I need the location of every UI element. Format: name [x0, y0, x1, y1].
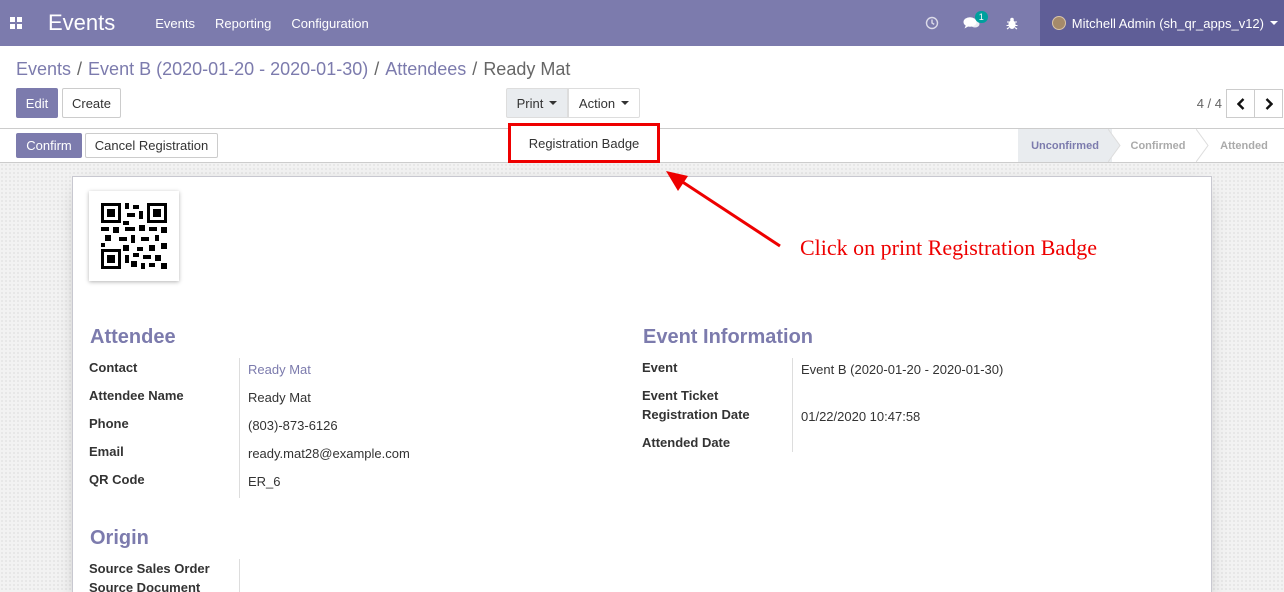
qr-code-image	[89, 191, 179, 281]
breadcrumb: Events / Event B (2020-01-20 - 2020-01-3…	[16, 59, 570, 80]
action-label: Action	[578, 95, 616, 111]
stage-attended[interactable]: Attended	[1204, 129, 1284, 162]
pager-previous-button[interactable]	[1226, 89, 1255, 118]
chevron-right-icon	[1265, 97, 1273, 110]
chat-bubbles-icon[interactable]: 1	[958, 0, 988, 46]
debug-bug-icon[interactable]	[998, 0, 1026, 46]
qr-code-icon	[101, 203, 167, 269]
event-ticket-label: Event Ticket	[642, 388, 719, 403]
event-info-divider	[792, 358, 793, 452]
attendee-name-label: Attendee Name	[89, 388, 184, 403]
pager-next-button[interactable]	[1254, 89, 1283, 118]
navbar-systray: 1 Mitchell Admin (sh_qr_apps_v12)	[906, 0, 1284, 46]
chevron-left-icon	[1236, 97, 1244, 110]
registration-badge-menu-item[interactable]: Registration Badge	[529, 136, 640, 151]
confirm-button[interactable]: Confirm	[16, 133, 82, 158]
action-dropdown-button[interactable]: Action	[568, 88, 640, 118]
attended-date-label: Attended Date	[642, 435, 731, 450]
phone-label: Phone	[89, 416, 129, 431]
registration-date-label: Registration Date	[642, 407, 750, 422]
origin-divider	[239, 559, 240, 592]
menu-configuration[interactable]: Configuration	[291, 16, 368, 31]
contact-link[interactable]: Ready Mat	[248, 362, 311, 377]
print-caret-icon	[549, 101, 558, 105]
phone-value: (803)-873-6126	[248, 418, 338, 433]
action-caret-icon	[621, 101, 630, 105]
email-value: ready.mat28@example.com	[248, 446, 410, 461]
user-avatar	[1051, 16, 1066, 30]
apps-menu-icon[interactable]	[0, 0, 32, 46]
activity-clock-icon[interactable]	[918, 0, 946, 46]
breadcrumb-events[interactable]: Events	[16, 59, 71, 80]
print-dropdown-button[interactable]: Print	[506, 88, 568, 118]
stage-pipeline: Unconfirmed Confirmed Attended	[1018, 129, 1284, 162]
qr-code-label: QR Code	[89, 472, 145, 487]
breadcrumb-separator: /	[472, 59, 478, 79]
breadcrumb-event[interactable]: Event B (2020-01-20 - 2020-01-30)	[88, 59, 368, 80]
create-button[interactable]: Create	[62, 88, 121, 118]
contact-label: Contact	[89, 360, 138, 375]
event-info-section-title: Event Information	[643, 326, 814, 348]
breadcrumb-attendees[interactable]: Attendees	[385, 59, 466, 80]
top-navbar: Events Events Reporting Configuration 1 …	[0, 0, 1284, 46]
attendee-name-value: Ready Mat	[248, 390, 311, 405]
event-label: Event	[642, 360, 678, 375]
attendee-section-title: Attendee	[90, 326, 176, 348]
stage-separator	[1196, 129, 1209, 162]
print-label: Print	[516, 95, 544, 111]
source-sales-order-label: Source Sales Order	[89, 561, 210, 576]
menu-events[interactable]: Events	[155, 16, 195, 31]
origin-section-title: Origin	[90, 527, 149, 549]
edit-button[interactable]: Edit	[16, 88, 58, 118]
registration-date-value: 01/22/2020 10:47:58	[801, 409, 921, 424]
stage-unconfirmed[interactable]: Unconfirmed	[1018, 129, 1112, 162]
qr-code-value: ER_6	[248, 474, 281, 489]
chat-count-badge: 1	[974, 11, 988, 23]
user-caret-icon	[1270, 21, 1278, 25]
attendee-divider	[239, 358, 240, 498]
source-document-label: Source Document	[89, 580, 201, 592]
cancel-registration-button[interactable]: Cancel Registration	[85, 133, 218, 158]
user-menu[interactable]: Mitchell Admin (sh_qr_apps_v12)	[1039, 0, 1284, 46]
breadcrumb-current: Ready Mat	[483, 59, 571, 79]
breadcrumb-separator: /	[374, 59, 380, 79]
breadcrumb-separator: /	[77, 59, 83, 79]
app-brand[interactable]: Events	[48, 10, 115, 36]
print-dropdown-menu: Registration Badge	[508, 123, 660, 163]
event-value: Event B (2020-01-20 - 2020-01-30)	[801, 362, 1004, 377]
email-label: Email	[89, 444, 124, 459]
stage-separator	[1108, 129, 1121, 162]
menu-reporting[interactable]: Reporting	[215, 16, 271, 31]
annotation-text: Click on print Registration Badge	[800, 235, 1097, 260]
annotation-arrow-icon	[666, 171, 781, 248]
stage-confirmed[interactable]: Confirmed	[1112, 129, 1204, 162]
pager-value: 4 / 4	[1196, 96, 1222, 111]
user-name: Mitchell Admin (sh_qr_apps_v12)	[1071, 15, 1264, 31]
control-panel: Events / Event B (2020-01-20 - 2020-01-3…	[0, 46, 1284, 129]
